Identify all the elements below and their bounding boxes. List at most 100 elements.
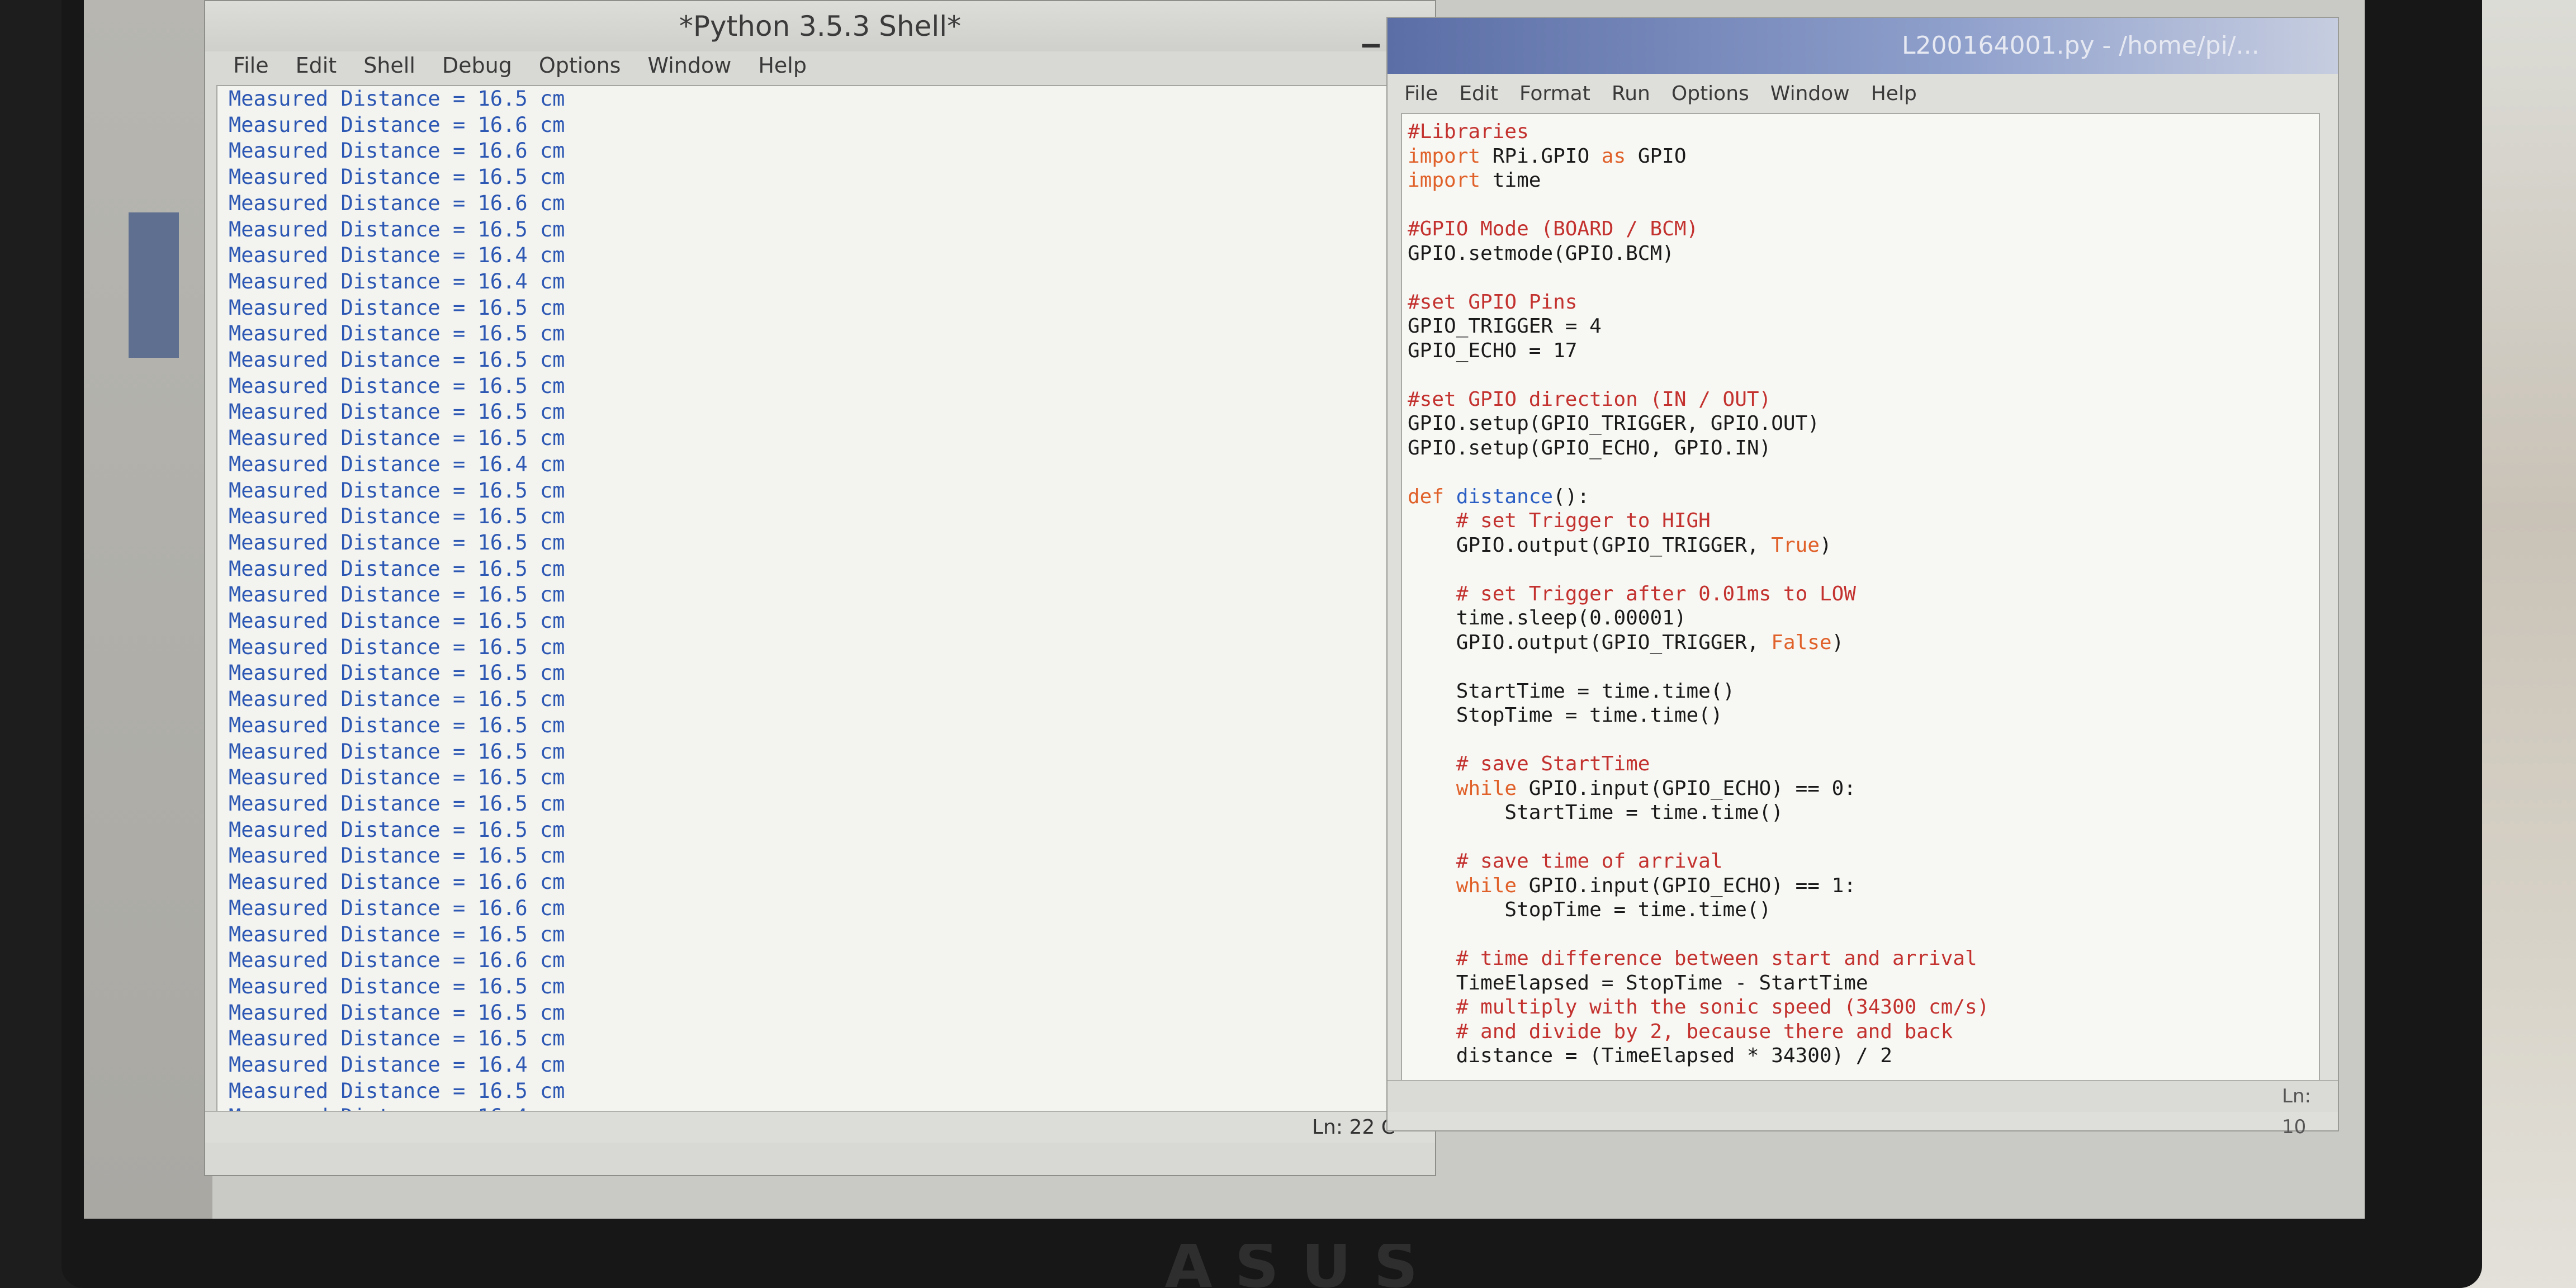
shell-output-line: Measured Distance = 16.4 cm [229, 1053, 565, 1077]
menu-edit[interactable]: Edit [1459, 82, 1498, 105]
code-token: time.sleep(0.00001) [1408, 607, 1687, 629]
code-line: while GPIO.input(GPIO_ECHO) == 1: [1408, 874, 1989, 898]
code-token: (): [1553, 485, 1590, 508]
code-token: GPIO_ECHO = 17 [1408, 339, 1578, 362]
shell-output-line: Measured Distance = 16.5 cm [229, 844, 565, 868]
python-shell-window[interactable]: *Python 3.5.3 Shell* ▁ □ File Edit Shell… [204, 0, 1436, 1176]
code-token: ) [1819, 533, 1832, 557]
menu-shell[interactable]: Shell [363, 53, 415, 78]
code-token: def [1408, 485, 1445, 508]
code-token: time [1480, 169, 1541, 192]
shell-output-line: Measured Distance = 16.6 cm [229, 139, 565, 163]
menu-file[interactable]: File [233, 53, 269, 78]
code-token: distance [1456, 485, 1554, 508]
code-token: #Libraries [1408, 120, 1529, 143]
shell-output-line: Measured Distance = 16.5 cm [229, 400, 565, 424]
minimize-icon[interactable]: ▁ [1362, 23, 1380, 46]
code-line: GPIO_ECHO = 17 [1408, 339, 1989, 363]
editor-window[interactable]: L200164001.py - /home/pi/... File Edit F… [1386, 17, 2339, 1138]
desktop-wallpaper-accent [129, 212, 179, 358]
shell-output-line: Measured Distance = 16.6 cm [229, 896, 565, 920]
code-token: while [1456, 776, 1517, 800]
menu-options[interactable]: Options [539, 53, 621, 78]
shell-output-line: Measured Distance = 16.5 cm [229, 1026, 565, 1051]
code-token: StartTime = time.time() [1408, 801, 1783, 824]
code-line: GPIO.setup(GPIO_ECHO, GPIO.IN) [1408, 436, 1989, 461]
shell-output-line: Measured Distance = 16.5 cm [229, 765, 565, 790]
code-editor-area[interactable]: #Libraries import RPi.GPIO as GPIO import … [1401, 113, 2320, 1082]
shell-output-line: Measured Distance = 16.4 cm [229, 269, 565, 293]
shell-output-lines: Measured Distance = 16.5 cm Measured Dist… [229, 86, 565, 1115]
code-token: import [1408, 144, 1481, 168]
code-line: StopTime = time.time() [1408, 898, 1989, 922]
menu-edit[interactable]: Edit [296, 53, 337, 78]
code-line: def distance(): [1408, 485, 1989, 509]
code-line: # and divide by 2, because there and bac… [1408, 1020, 1989, 1044]
menu-format[interactable]: Format [1519, 82, 1590, 105]
menu-window[interactable]: Window [1770, 82, 1850, 105]
laptop-brand-logo: ASUS [1164, 1244, 1441, 1288]
shell-output-line: Measured Distance = 16.5 cm [229, 530, 565, 555]
code-line: time.sleep(0.00001) [1408, 606, 1989, 631]
menu-run[interactable]: Run [1612, 82, 1650, 105]
menu-file[interactable]: File [1404, 82, 1438, 105]
shell-output-line: Measured Distance = 16.5 cm [229, 817, 565, 842]
code-line: # save StartTime [1408, 752, 1989, 776]
code-token: # set Trigger after 0.01ms to LOW [1456, 582, 1856, 605]
shell-titlebar[interactable]: *Python 3.5.3 Shell* ▁ □ [205, 1, 1435, 51]
editor-titlebar[interactable]: L200164001.py - /home/pi/... [1388, 18, 2338, 74]
code-token: GPIO.setmode(GPIO.BCM) [1408, 242, 1674, 265]
code-token: # time difference between start and arri… [1456, 947, 1977, 970]
menu-debug[interactable]: Debug [442, 53, 512, 78]
shell-output-line: Measured Distance = 16.5 cm [229, 87, 565, 111]
shell-output-line: Measured Distance = 16.5 cm [229, 739, 565, 764]
shell-output-line: Measured Distance = 16.5 cm [229, 373, 565, 398]
code-token: GPIO.output(GPIO_TRIGGER, [1408, 533, 1772, 557]
code-token: GPIO [1626, 144, 1687, 168]
source-code: #Libraries import RPi.GPIO as GPIO import … [1408, 120, 1989, 1068]
code-token: True [1771, 533, 1820, 557]
desktop-background [84, 0, 212, 1219]
code-token: TimeElapsed = StopTime - StartTime [1408, 971, 1868, 995]
code-token: StartTime = time.time() [1408, 679, 1735, 703]
shell-output-line: Measured Distance = 16.6 cm [229, 948, 565, 973]
shell-output-line: Measured Distance = 16.5 cm [229, 504, 565, 529]
code-token: distance = (TimeElapsed * 34300) / 2 [1408, 1044, 1892, 1067]
code-line: # set Trigger after 0.01ms to LOW [1408, 582, 1989, 607]
shell-output-area[interactable]: Measured Distance = 16.5 cm Measured Dist… [216, 85, 1432, 1116]
shell-output-line: Measured Distance = 16.5 cm [229, 583, 565, 607]
menu-help[interactable]: Help [758, 53, 807, 78]
menu-window[interactable]: Window [647, 53, 731, 78]
code-token: RPi.GPIO [1480, 144, 1602, 168]
shell-output-line: Measured Distance = 16.5 cm [229, 609, 565, 633]
menu-help[interactable]: Help [1871, 82, 1917, 105]
menu-options[interactable]: Options [1671, 82, 1749, 105]
code-token: GPIO_TRIGGER = 4 [1408, 315, 1602, 338]
code-line: GPIO.setmode(GPIO.BCM) [1408, 242, 1989, 266]
code-line: GPIO.output(GPIO_TRIGGER, False) [1408, 631, 1989, 655]
code-token: GPIO.setup(GPIO_ECHO, GPIO.IN) [1408, 436, 1772, 460]
code-line: #set GPIO direction (IN / OUT) [1408, 387, 1989, 412]
code-line: # multiply with the sonic speed (34300 c… [1408, 995, 1990, 1020]
shell-output-line: Measured Distance = 16.5 cm [229, 295, 565, 320]
code-line: import RPi.GPIO as GPIO [1408, 144, 1989, 169]
code-token: while [1456, 874, 1517, 897]
code-line: StartTime = time.time() [1408, 679, 1989, 704]
code-line: TimeElapsed = StopTime - StartTime [1408, 971, 1989, 996]
shell-output-line: Measured Distance = 16.5 cm [229, 713, 565, 737]
code-token: ) [1831, 631, 1844, 654]
shell-output-line: Measured Distance = 16.5 cm [229, 217, 565, 242]
code-token: # save time of arrival [1456, 850, 1723, 873]
